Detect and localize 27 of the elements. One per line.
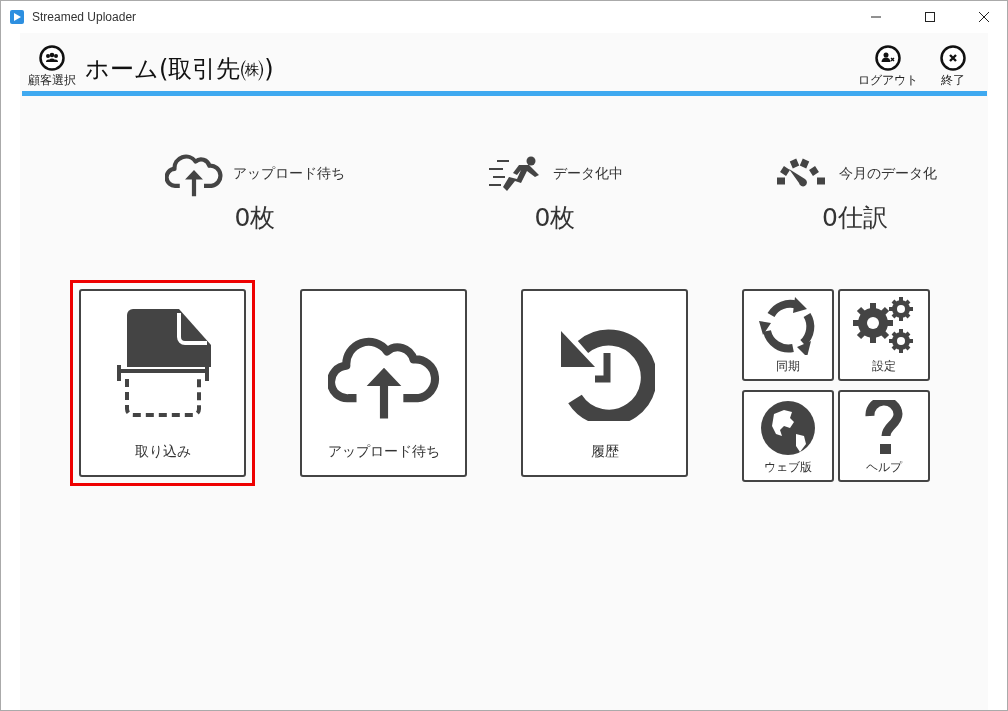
tile-button[interactable]: 同期 — [742, 289, 834, 381]
tile-button[interactable]: ウェブ版 — [742, 389, 834, 482]
app-icon — [10, 10, 24, 24]
close-icon — [979, 12, 989, 22]
maximize-icon — [925, 12, 935, 22]
exit-button[interactable]: 終了 — [940, 45, 966, 89]
customer-select-button[interactable]: 顧客選択 — [28, 45, 76, 89]
user-remove-icon — [875, 45, 901, 71]
question-mark-icon — [864, 399, 904, 456]
stat-label: アップロード待ち — [233, 165, 345, 183]
tile-button[interactable]: ヘルプ — [838, 389, 930, 482]
page-title: ホーム(取引先㈱) — [85, 54, 275, 85]
logout-button[interactable]: ログアウト — [858, 45, 918, 89]
tile-button[interactable]: 設定 — [838, 289, 930, 381]
close-icon — [940, 45, 966, 71]
stat-label: 今月のデータ化 — [839, 165, 937, 183]
stat-value: 0枚 — [234, 202, 276, 234]
window-title: Streamed Uploader — [32, 10, 138, 24]
people-icon — [39, 45, 65, 71]
stat-label: データ化中 — [553, 165, 623, 183]
sync-icon — [759, 297, 817, 355]
tile-button[interactable]: 履歴 — [521, 289, 688, 477]
stat-value: 0枚 — [534, 202, 576, 234]
tile-button[interactable]: アップロード待ち — [300, 289, 467, 477]
stat-value: 0仕訳 — [822, 202, 888, 234]
tile-button[interactable]: 取り込み — [79, 289, 246, 477]
globe-icon — [760, 399, 816, 456]
